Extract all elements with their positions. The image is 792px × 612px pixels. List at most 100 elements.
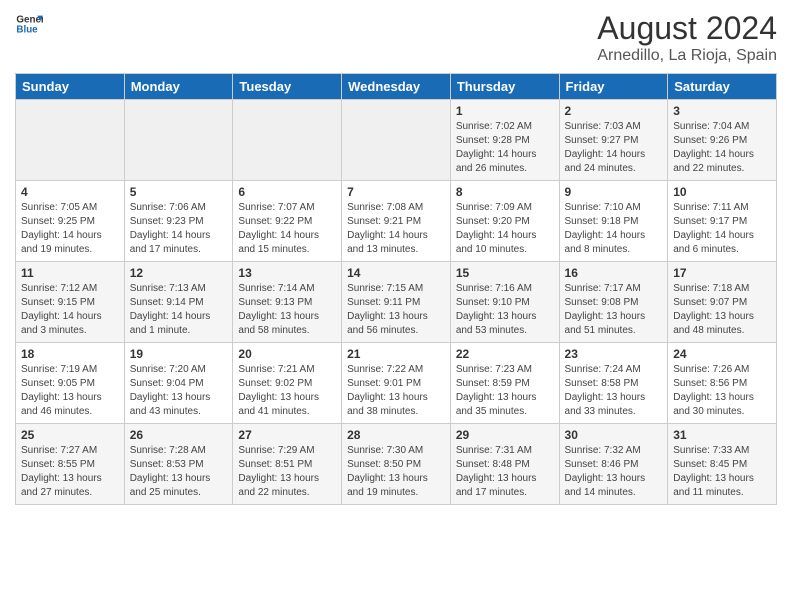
- day-number: 30: [565, 428, 663, 442]
- day-number: 27: [238, 428, 336, 442]
- day-number: 5: [130, 185, 228, 199]
- logo-icon: General Blue: [15, 10, 43, 38]
- day-info: Sunrise: 7:24 AM Sunset: 8:58 PM Dayligh…: [565, 363, 663, 419]
- calendar-cell: 30 Sunrise: 7:32 AM Sunset: 8:46 PM Dayli…: [559, 424, 668, 505]
- calendar-cell: 25 Sunrise: 7:27 AM Sunset: 8:55 PM Dayli…: [16, 424, 125, 505]
- day-number: 28: [347, 428, 445, 442]
- day-number: 22: [456, 347, 554, 361]
- day-number: 1: [456, 104, 554, 118]
- day-number: 18: [21, 347, 119, 361]
- day-number: 26: [130, 428, 228, 442]
- day-info: Sunrise: 7:26 AM Sunset: 8:56 PM Dayligh…: [673, 363, 771, 419]
- day-number: 6: [238, 185, 336, 199]
- day-info: Sunrise: 7:08 AM Sunset: 9:21 PM Dayligh…: [347, 201, 445, 257]
- day-number: 15: [456, 266, 554, 280]
- location-title: Arnedillo, La Rioja, Spain: [597, 47, 777, 65]
- day-number: 14: [347, 266, 445, 280]
- calendar-cell: 5Sunrise: 7:06 AM Sunset: 9:23 PM Daylig…: [124, 181, 233, 262]
- day-info: Sunrise: 7:27 AM Sunset: 8:55 PM Dayligh…: [21, 444, 119, 500]
- calendar-cell: 6 Sunrise: 7:07 AM Sunset: 9:22 PM Daylig…: [233, 181, 342, 262]
- day-info: Sunrise: 7:19 AM Sunset: 9:05 PM Dayligh…: [21, 363, 119, 419]
- calendar-cell: 18 Sunrise: 7:19 AM Sunset: 9:05 PM Dayli…: [16, 343, 125, 424]
- calendar-cell: 14 Sunrise: 7:15 AM Sunset: 9:11 PM Dayli…: [342, 262, 451, 343]
- day-number: 25: [21, 428, 119, 442]
- day-number: 20: [238, 347, 336, 361]
- calendar-cell: 9 Sunrise: 7:10 AM Sunset: 9:18 PM Daylig…: [559, 181, 668, 262]
- day-info: Sunrise: 7:07 AM Sunset: 9:22 PM Dayligh…: [238, 201, 336, 257]
- calendar-cell: 15 Sunrise: 7:16 AM Sunset: 9:10 PM Dayli…: [450, 262, 559, 343]
- day-info: Sunrise: 7:30 AM Sunset: 8:50 PM Dayligh…: [347, 444, 445, 500]
- day-number: 9: [565, 185, 663, 199]
- day-info: Sunrise: 7:28 AM Sunset: 8:53 PM Dayligh…: [130, 444, 228, 500]
- calendar-cell: [342, 100, 451, 181]
- calendar-cell: 11Sunrise: 7:12 AM Sunset: 9:15 PM Dayli…: [16, 262, 125, 343]
- calendar-cell: 24 Sunrise: 7:26 AM Sunset: 8:56 PM Dayli…: [668, 343, 777, 424]
- calendar-week-row: 1 Sunrise: 7:02 AM Sunset: 9:28 PM Daylig…: [16, 100, 777, 181]
- day-info: Sunrise: 7:03 AM Sunset: 9:27 PM Dayligh…: [565, 120, 663, 176]
- month-title: August 2024: [597, 10, 777, 47]
- day-number: 4: [21, 185, 119, 199]
- calendar-cell: 23 Sunrise: 7:24 AM Sunset: 8:58 PM Dayli…: [559, 343, 668, 424]
- calendar-cell: 16Sunrise: 7:17 AM Sunset: 9:08 PM Dayli…: [559, 262, 668, 343]
- calendar-cell: 31 Sunrise: 7:33 AM Sunset: 8:45 PM Dayli…: [668, 424, 777, 505]
- day-info: Sunrise: 7:16 AM Sunset: 9:10 PM Dayligh…: [456, 282, 554, 338]
- day-info: Sunrise: 7:09 AM Sunset: 9:20 PM Dayligh…: [456, 201, 554, 257]
- weekday-header-row: SundayMondayTuesdayWednesdayThursdayFrid…: [16, 74, 777, 100]
- day-info: Sunrise: 7:32 AM Sunset: 8:46 PM Dayligh…: [565, 444, 663, 500]
- day-info: Sunrise: 7:31 AM Sunset: 8:48 PM Dayligh…: [456, 444, 554, 500]
- calendar-cell: [124, 100, 233, 181]
- calendar-cell: 19Sunrise: 7:20 AM Sunset: 9:04 PM Dayli…: [124, 343, 233, 424]
- calendar-week-row: 18 Sunrise: 7:19 AM Sunset: 9:05 PM Dayli…: [16, 343, 777, 424]
- day-info: Sunrise: 7:22 AM Sunset: 9:01 PM Dayligh…: [347, 363, 445, 419]
- calendar-cell: 7 Sunrise: 7:08 AM Sunset: 9:21 PM Daylig…: [342, 181, 451, 262]
- calendar-cell: 26 Sunrise: 7:28 AM Sunset: 8:53 PM Dayli…: [124, 424, 233, 505]
- calendar-cell: 4 Sunrise: 7:05 AM Sunset: 9:25 PM Daylig…: [16, 181, 125, 262]
- day-info: Sunrise: 7:18 AM Sunset: 9:07 PM Dayligh…: [673, 282, 771, 338]
- day-info: Sunrise: 7:21 AM Sunset: 9:02 PM Dayligh…: [238, 363, 336, 419]
- day-info: Sunrise: 7:15 AM Sunset: 9:11 PM Dayligh…: [347, 282, 445, 338]
- weekday-header-tuesday: Tuesday: [233, 74, 342, 100]
- weekday-header-wednesday: Wednesday: [342, 74, 451, 100]
- day-info: Sunrise: 7:20 AM Sunset: 9:04 PM Dayligh…: [130, 363, 228, 419]
- day-number: 31: [673, 428, 771, 442]
- day-number: 17: [673, 266, 771, 280]
- day-number: 24: [673, 347, 771, 361]
- calendar-cell: 1 Sunrise: 7:02 AM Sunset: 9:28 PM Daylig…: [450, 100, 559, 181]
- day-number: 7: [347, 185, 445, 199]
- calendar-cell: 17 Sunrise: 7:18 AM Sunset: 9:07 PM Dayli…: [668, 262, 777, 343]
- day-number: 23: [565, 347, 663, 361]
- calendar-cell: 12Sunrise: 7:13 AM Sunset: 9:14 PM Dayli…: [124, 262, 233, 343]
- calendar-week-row: 25 Sunrise: 7:27 AM Sunset: 8:55 PM Dayli…: [16, 424, 777, 505]
- weekday-header-sunday: Sunday: [16, 74, 125, 100]
- calendar-cell: 2Sunrise: 7:03 AM Sunset: 9:27 PM Daylig…: [559, 100, 668, 181]
- svg-text:Blue: Blue: [16, 24, 38, 35]
- day-number: 3: [673, 104, 771, 118]
- title-area: August 2024 Arnedillo, La Rioja, Spain: [597, 10, 777, 65]
- calendar-cell: 10 Sunrise: 7:11 AM Sunset: 9:17 PM Dayli…: [668, 181, 777, 262]
- day-info: Sunrise: 7:02 AM Sunset: 9:28 PM Dayligh…: [456, 120, 554, 176]
- day-number: 21: [347, 347, 445, 361]
- calendar-cell: 20 Sunrise: 7:21 AM Sunset: 9:02 PM Dayli…: [233, 343, 342, 424]
- calendar-cell: [233, 100, 342, 181]
- calendar-cell: 27 Sunrise: 7:29 AM Sunset: 8:51 PM Dayli…: [233, 424, 342, 505]
- day-info: Sunrise: 7:29 AM Sunset: 8:51 PM Dayligh…: [238, 444, 336, 500]
- calendar-table: SundayMondayTuesdayWednesdayThursdayFrid…: [15, 73, 777, 505]
- calendar-cell: 8 Sunrise: 7:09 AM Sunset: 9:20 PM Daylig…: [450, 181, 559, 262]
- day-info: Sunrise: 7:14 AM Sunset: 9:13 PM Dayligh…: [238, 282, 336, 338]
- day-number: 8: [456, 185, 554, 199]
- weekday-header-thursday: Thursday: [450, 74, 559, 100]
- day-number: 10: [673, 185, 771, 199]
- day-info: Sunrise: 7:11 AM Sunset: 9:17 PM Dayligh…: [673, 201, 771, 257]
- calendar-cell: 13Sunrise: 7:14 AM Sunset: 9:13 PM Dayli…: [233, 262, 342, 343]
- day-info: Sunrise: 7:05 AM Sunset: 9:25 PM Dayligh…: [21, 201, 119, 257]
- weekday-header-monday: Monday: [124, 74, 233, 100]
- day-info: Sunrise: 7:12 AM Sunset: 9:15 PM Dayligh…: [21, 282, 119, 338]
- day-info: Sunrise: 7:33 AM Sunset: 8:45 PM Dayligh…: [673, 444, 771, 500]
- weekday-header-saturday: Saturday: [668, 74, 777, 100]
- calendar-week-row: 11Sunrise: 7:12 AM Sunset: 9:15 PM Dayli…: [16, 262, 777, 343]
- day-info: Sunrise: 7:04 AM Sunset: 9:26 PM Dayligh…: [673, 120, 771, 176]
- calendar-cell: 22Sunrise: 7:23 AM Sunset: 8:59 PM Dayli…: [450, 343, 559, 424]
- day-number: 12: [130, 266, 228, 280]
- day-info: Sunrise: 7:10 AM Sunset: 9:18 PM Dayligh…: [565, 201, 663, 257]
- calendar-cell: 3 Sunrise: 7:04 AM Sunset: 9:26 PM Daylig…: [668, 100, 777, 181]
